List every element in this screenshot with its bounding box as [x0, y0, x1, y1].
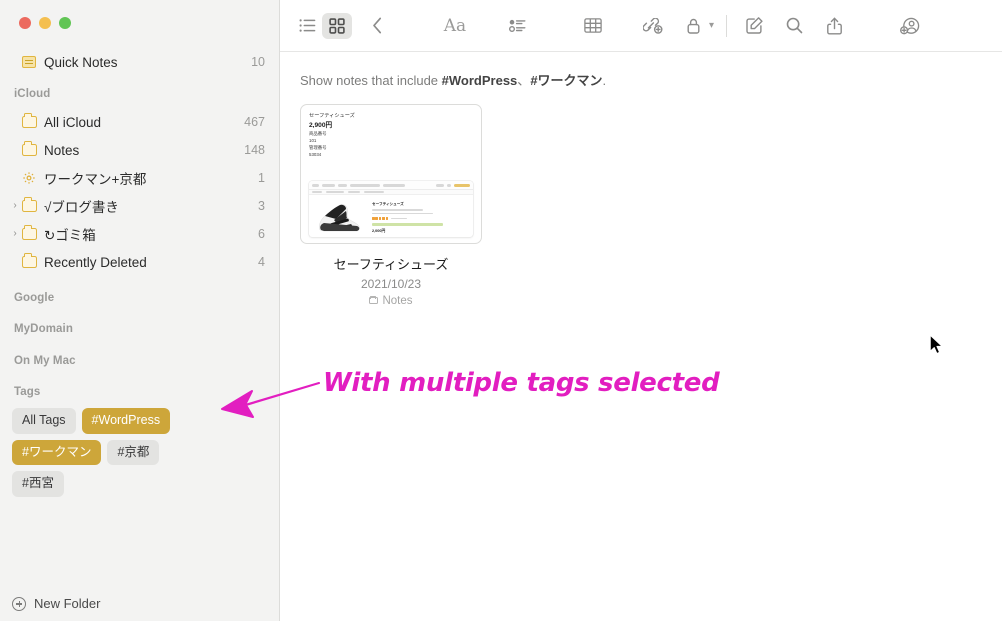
- sidebar-item-count: 1: [258, 171, 265, 185]
- toolbar-divider: [726, 14, 728, 37]
- sidebar-item-label: Recently Deleted: [44, 254, 147, 270]
- tag-nishinomiya[interactable]: #西宮: [12, 471, 64, 497]
- sidebar-item-label: All iCloud: [44, 114, 102, 130]
- sidebar-item-count: 148: [244, 143, 265, 157]
- folder-icon: [369, 295, 379, 305]
- filter-suffix: .: [602, 73, 607, 88]
- search-icon[interactable]: [779, 13, 809, 39]
- sidebar-scroll-area[interactable]: Quick Notes 10 iCloud All iCloud 467 Not…: [0, 48, 279, 586]
- filter-statement: Show notes that include #WordPress、#ワークマ…: [280, 52, 1002, 89]
- filter-prefix: Show notes that include: [300, 73, 442, 88]
- browser-chrome-bar: [309, 181, 473, 190]
- product-listing: セーフティシューズ 2,000円: [309, 195, 473, 235]
- toolbar: Aa ▾: [280, 0, 1002, 52]
- preview-line1-label: 商品番号: [309, 131, 327, 137]
- window-traffic-lights: [19, 17, 71, 29]
- tag-kyoto[interactable]: #京都: [107, 439, 160, 465]
- disclosure-chevron-icon[interactable]: ›: [8, 229, 22, 239]
- sidebar-item-count: 10: [251, 55, 265, 69]
- new-folder-label: New Folder: [34, 596, 101, 611]
- product-details: セーフティシューズ 2,000円: [372, 199, 470, 235]
- note-thumbnail[interactable]: セーフティシューズ 2,900円 商品番号 101 管理番号 53034 セーフ…: [300, 104, 482, 244]
- sidebar-item-count: 3: [258, 199, 265, 213]
- notes-grid: セーフティシューズ 2,900円 商品番号 101 管理番号 53034 セーフ…: [280, 89, 1002, 307]
- sidebar-section-header-icloud: iCloud: [14, 88, 51, 100]
- new-folder-button[interactable]: New Folder: [0, 586, 279, 621]
- minimize-window-button[interactable]: [39, 17, 51, 29]
- chevron-down-icon[interactable]: ▾: [709, 20, 714, 31]
- preview-price: 2,900円: [309, 121, 333, 129]
- preview-line2-value: 53034: [309, 151, 322, 157]
- sidebar-section-header-on-my-mac[interactable]: On My Mac: [0, 344, 279, 376]
- sidebar-section-header-google[interactable]: Google: [0, 276, 279, 312]
- gear-icon: [22, 171, 44, 185]
- tag-wordpress[interactable]: #WordPress: [81, 408, 171, 434]
- sidebar-item-label: ↻ゴミ箱: [44, 228, 96, 243]
- annotation-arrow: [212, 380, 320, 427]
- sidebar-section-header-mydomain[interactable]: MyDomain: [0, 312, 279, 344]
- note-preview-text: セーフティシューズ 2,900円 商品番号 101 管理番号 53034: [301, 105, 481, 159]
- compose-note-icon[interactable]: [739, 13, 769, 39]
- zoom-window-button[interactable]: [59, 17, 71, 29]
- folder-icon: [22, 141, 44, 156]
- tag-list: All Tags #WordPress #ワークマン #京都 #西宮: [0, 404, 215, 497]
- close-window-button[interactable]: [19, 17, 31, 29]
- note-date: 2021/10/23: [360, 276, 422, 291]
- share-icon[interactable]: [819, 13, 849, 39]
- filter-tag-2: #ワークマン: [530, 73, 603, 88]
- plus-circle-icon: [12, 596, 26, 611]
- folder-icon: [22, 253, 44, 268]
- folder-icon: [22, 225, 44, 240]
- availability-badge: [372, 222, 443, 227]
- shoe-product-image: [312, 199, 368, 235]
- grid-view-icon[interactable]: [322, 12, 352, 39]
- note-card[interactable]: セーフティシューズ 2,900円 商品番号 101 管理番号 53034 セーフ…: [300, 104, 482, 307]
- main-panel: Aa ▾ Show notes that include #WordPress、…: [280, 0, 1002, 621]
- sidebar-item-label: Notes: [44, 142, 80, 158]
- sidebar-item-label: Quick Notes: [44, 54, 118, 70]
- embedded-product-title: セーフティシューズ: [372, 202, 404, 206]
- sidebar-item-label: ワークマン+京都: [44, 172, 147, 187]
- preview-line2-label: 管理番号: [309, 145, 327, 150]
- sidebar-item-label: √ブログ書き: [44, 200, 119, 215]
- tag-all-tags[interactable]: All Tags: [12, 408, 76, 434]
- disclosure-chevron-icon[interactable]: ›: [8, 201, 22, 211]
- sidebar-item-recently-deleted[interactable]: Recently Deleted 4: [0, 248, 279, 276]
- note-folder-label: Notes: [382, 294, 413, 307]
- sidebar-item-blog-gaki[interactable]: › √ブログ書き 3: [0, 192, 279, 220]
- sidebar-item-notes[interactable]: Notes 148: [0, 136, 279, 164]
- sidebar-item-gomibako[interactable]: › ↻ゴミ箱 6: [0, 220, 279, 248]
- note-folder: Notes: [300, 295, 482, 307]
- annotation-text: With multiple tags selected: [323, 368, 720, 398]
- format-aa-icon[interactable]: Aa: [438, 13, 472, 39]
- lock-icon[interactable]: [678, 13, 708, 39]
- sidebar-item-count: 4: [258, 255, 265, 269]
- note-title: セーフティシューズ: [333, 257, 449, 272]
- add-collaborator-icon[interactable]: [895, 13, 925, 39]
- quick-note-icon: [22, 56, 44, 68]
- filter-separator: 、: [517, 73, 531, 88]
- list-view-icon[interactable]: [292, 13, 322, 39]
- embedded-web-screenshot: セーフティシューズ 2,000円: [309, 181, 473, 237]
- add-link-icon[interactable]: [638, 13, 668, 39]
- sidebar-item-all-icloud[interactable]: All iCloud 467: [0, 108, 279, 136]
- filter-tag-1: #WordPress: [441, 73, 518, 88]
- sidebar-item-quick-notes[interactable]: Quick Notes 10: [0, 48, 279, 76]
- sidebar: Quick Notes 10 iCloud All iCloud 467 Not…: [0, 0, 280, 621]
- notes-app-window: Quick Notes 10 iCloud All iCloud 467 Not…: [0, 0, 1002, 621]
- mouse-cursor: [929, 334, 945, 361]
- folder-icon: [22, 113, 44, 128]
- table-icon[interactable]: [578, 13, 608, 39]
- preview-line1-value: 101: [309, 138, 317, 144]
- embedded-price: 2,000円: [372, 229, 386, 234]
- back-chevron-icon[interactable]: [362, 13, 392, 39]
- sidebar-item-count: 6: [258, 227, 265, 241]
- checklist-icon[interactable]: [502, 13, 532, 39]
- preview-title: セーフティシューズ: [309, 113, 355, 119]
- tag-workman[interactable]: #ワークマン: [12, 439, 102, 465]
- sidebar-item-smart-folder-workman-kyoto[interactable]: ワークマン+京都 1: [0, 164, 279, 192]
- sidebar-item-count: 467: [244, 115, 265, 129]
- rating-stars-icon: [372, 217, 470, 220]
- folder-icon: [22, 197, 44, 212]
